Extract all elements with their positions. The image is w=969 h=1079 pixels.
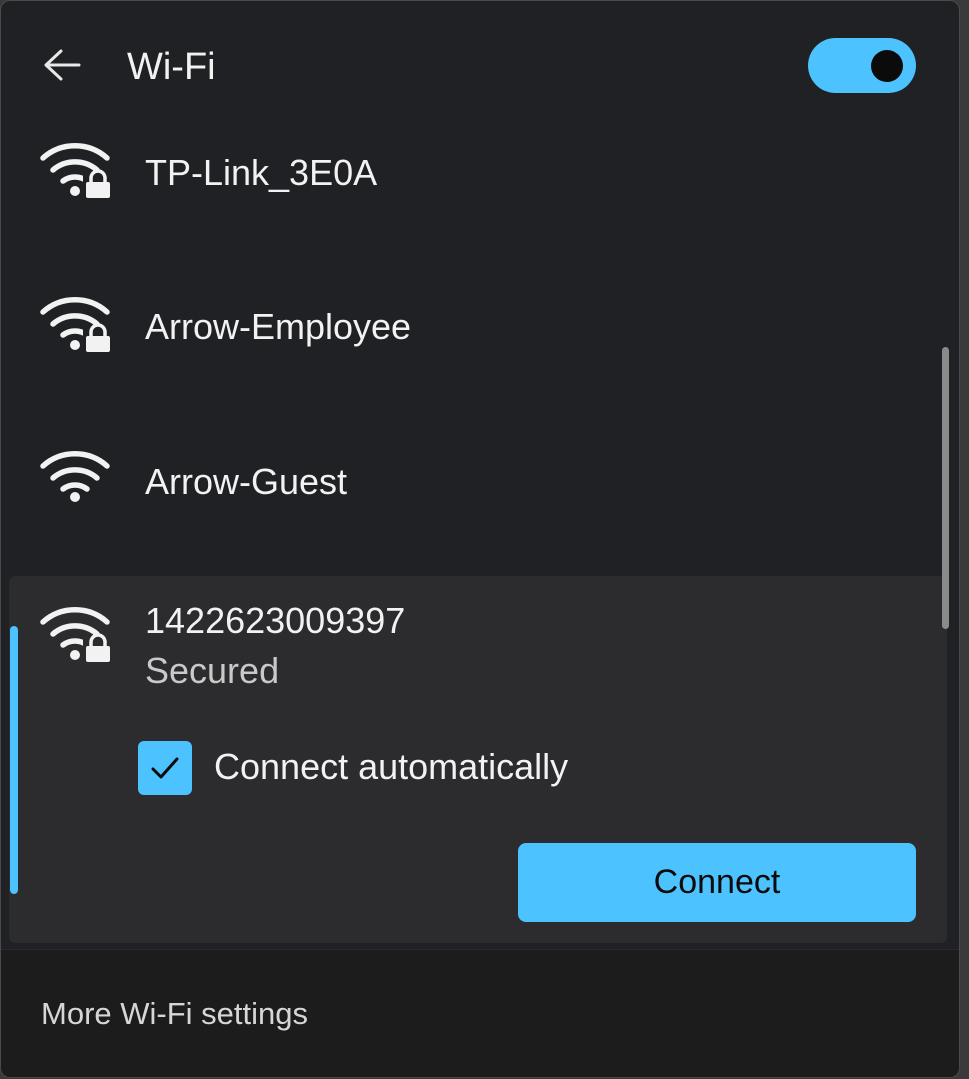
network-item-arrow-guest[interactable]: Arrow-Guest xyxy=(11,441,946,531)
network-name: 1422623009397 xyxy=(145,600,406,641)
network-item-expanded[interactable]: 1422623009397 Secured Connect automatica… xyxy=(9,576,947,943)
selection-indicator xyxy=(10,626,18,894)
wifi-locked-icon xyxy=(39,135,115,201)
network-item-tp-link[interactable]: TP-Link_3E0A xyxy=(11,133,946,223)
scrollbar-thumb[interactable] xyxy=(942,347,949,629)
more-wifi-settings-link[interactable]: More Wi-Fi settings xyxy=(41,995,308,1033)
wifi-flyout: Wi-Fi TP-Link_3E0A Arrow-Employee Arrow-… xyxy=(0,0,960,1078)
flyout-header: Wi-Fi xyxy=(1,1,959,131)
wifi-locked-icon xyxy=(39,599,115,665)
wifi-locked-icon xyxy=(39,289,115,355)
network-name: TP-Link_3E0A xyxy=(145,152,378,193)
network-status: Secured xyxy=(145,650,280,691)
network-item-arrow-employee[interactable]: Arrow-Employee xyxy=(11,286,946,376)
network-name: Arrow-Employee xyxy=(145,306,412,347)
wifi-toggle[interactable] xyxy=(808,38,916,93)
connect-automatically-label[interactable]: Connect automatically xyxy=(214,746,568,788)
connect-automatically-checkbox[interactable] xyxy=(138,741,192,795)
connect-button[interactable]: Connect xyxy=(518,843,916,922)
arrow-left-icon[interactable] xyxy=(41,46,83,84)
page-title: Wi-Fi xyxy=(127,46,216,88)
network-name: Arrow-Guest xyxy=(145,461,348,502)
checkmark-icon xyxy=(151,757,179,779)
wifi-icon xyxy=(39,443,115,509)
toggle-knob xyxy=(871,50,903,82)
flyout-footer: More Wi-Fi settings xyxy=(1,949,959,1077)
